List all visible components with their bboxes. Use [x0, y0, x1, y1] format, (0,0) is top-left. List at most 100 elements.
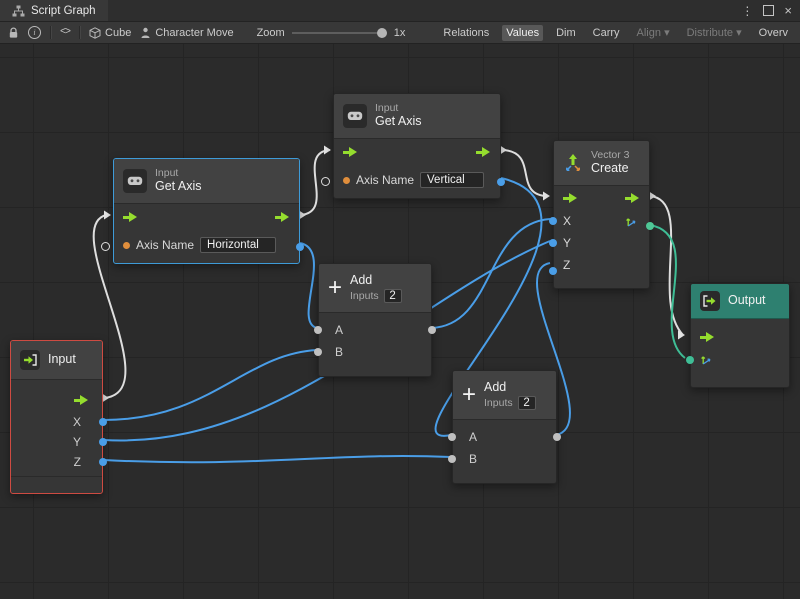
node-title: Output: [728, 293, 766, 309]
inputs-count-field[interactable]: [384, 289, 402, 303]
maximize-icon[interactable]: [763, 5, 774, 16]
node-header[interactable]: Input Get Axis: [334, 94, 500, 139]
axis-name-label: Axis Name: [136, 238, 194, 252]
vector3-type-icon: [700, 354, 712, 366]
axis-value-field[interactable]: [420, 172, 484, 188]
add-a-input-port[interactable]: [314, 326, 322, 334]
node-title: Get Axis: [155, 179, 202, 195]
wire-horizontal-to-add1-a[interactable]: [300, 243, 317, 328]
y-label: Y: [73, 435, 81, 449]
tab-title: Script Graph: [31, 5, 96, 17]
value-output-port[interactable]: [497, 178, 505, 186]
add-a-label: A: [328, 323, 343, 337]
add-b-input-port[interactable]: [448, 455, 456, 463]
inputs-label: Inputs: [350, 290, 379, 303]
node-add-2[interactable]: + Add Inputs A B: [452, 370, 557, 484]
value-input-port[interactable]: [686, 356, 694, 364]
x-label: X: [563, 214, 571, 228]
add-b-label: B: [462, 452, 477, 466]
flow-out-arrow-icon: [74, 395, 89, 405]
add-a-input-port[interactable]: [448, 433, 456, 441]
toolbar-separator: [79, 26, 80, 39]
x-label: X: [73, 415, 81, 429]
z-output-port[interactable]: [99, 458, 107, 466]
tab-bar: Script Graph ⋮ ×: [0, 0, 800, 22]
inputs-count-field[interactable]: [518, 396, 536, 410]
node-header[interactable]: Input Get Axis: [114, 159, 299, 204]
node-header[interactable]: + Add Inputs: [453, 371, 556, 420]
tab-menu-icon[interactable]: ⋮: [741, 4, 753, 18]
lock-icon[interactable]: [8, 27, 19, 39]
close-icon[interactable]: ×: [784, 4, 792, 17]
node-title: Add: [350, 273, 402, 289]
code-view-icon[interactable]: <>: [60, 27, 70, 38]
gamepad-icon: [343, 104, 367, 128]
plus-icon: +: [462, 383, 476, 407]
cube-label: Cube: [105, 27, 131, 39]
node-category: Input: [155, 167, 202, 180]
add-sum-output-port[interactable]: [428, 326, 436, 334]
node-get-axis-horizontal[interactable]: Input Get Axis Axis Name: [113, 158, 300, 264]
axis-input-port[interactable]: [321, 177, 330, 186]
node-title: Get Axis: [375, 114, 422, 130]
wire-input-x-to-add1-b[interactable]: [104, 350, 317, 420]
node-get-axis-vertical[interactable]: Input Get Axis Axis Name: [333, 93, 501, 199]
graph-canvas[interactable]: Input Get Axis Axis Name: [0, 44, 800, 599]
tabbar-empty-area: [108, 0, 734, 21]
inputs-label: Inputs: [484, 397, 513, 410]
cube-breadcrumb[interactable]: Cube: [89, 27, 131, 39]
script-graph-window: Script Graph ⋮ × i <> Cub: [0, 0, 800, 599]
z-label: Z: [563, 258, 570, 272]
y-output-port[interactable]: [99, 438, 107, 446]
zoom-slider-knob[interactable]: [377, 28, 387, 38]
chevron-down-icon: ▾: [664, 27, 670, 39]
node-output[interactable]: Output: [690, 283, 790, 388]
axis-name-label: Axis Name: [356, 173, 414, 187]
distribute-dropdown[interactable]: Distribute ▾: [683, 24, 746, 41]
node-input[interactable]: Input X Y Z: [10, 340, 103, 494]
overview-toggle[interactable]: Overv: [755, 25, 792, 41]
zoom-slider[interactable]: [292, 32, 387, 34]
add-sum-output-port[interactable]: [553, 433, 561, 441]
distribute-label: Distribute: [687, 27, 733, 39]
value-output-port[interactable]: [296, 243, 304, 251]
character-move-breadcrumb[interactable]: Character Move: [140, 27, 233, 39]
input-icon: [20, 350, 40, 370]
node-header[interactable]: Input: [11, 341, 102, 380]
axis-name-dot: [343, 177, 350, 184]
vector3-type-icon: [625, 216, 637, 231]
wire-input-z-to-add2-b[interactable]: [104, 456, 451, 462]
flow-out-arrow-icon: [476, 147, 491, 157]
node-add-1[interactable]: + Add Inputs A B: [318, 263, 432, 377]
align-dropdown[interactable]: Align ▾: [633, 24, 674, 41]
output-icon: [700, 291, 720, 311]
y-input-port[interactable]: [549, 239, 557, 247]
tab-script-graph[interactable]: Script Graph: [0, 0, 108, 21]
values-toggle[interactable]: Values: [502, 25, 543, 41]
info-icon[interactable]: i: [28, 26, 41, 39]
toolbar-separator: [50, 26, 51, 39]
wire-add1-to-vector3-x[interactable]: [431, 219, 550, 328]
wire-flow-vector3-to-output[interactable]: [650, 196, 683, 335]
carry-toggle[interactable]: Carry: [589, 25, 624, 41]
node-header[interactable]: + Add Inputs: [319, 264, 431, 313]
axis-value-field[interactable]: [200, 237, 276, 253]
add-b-input-port[interactable]: [314, 348, 322, 356]
axis-input-port[interactable]: [101, 242, 110, 251]
node-header[interactable]: Vector 3 Create: [554, 141, 649, 186]
x-input-port[interactable]: [549, 217, 557, 225]
vector3-icon: [563, 153, 583, 173]
z-input-port[interactable]: [549, 267, 557, 275]
flow-out-arrow-icon: [275, 212, 290, 222]
dim-toggle[interactable]: Dim: [552, 25, 580, 41]
vector3-result-output-port[interactable]: [646, 222, 654, 230]
relations-toggle[interactable]: Relations: [439, 25, 493, 41]
x-output-port[interactable]: [99, 418, 107, 426]
node-vector3-create[interactable]: Vector 3 Create X Y Z: [553, 140, 650, 289]
cube-icon: [89, 27, 101, 39]
plus-icon: +: [328, 276, 342, 300]
flow-in-arrow-icon: [123, 212, 138, 222]
node-header[interactable]: Output: [691, 284, 789, 319]
script-graph-icon: [12, 5, 25, 17]
gamepad-icon: [123, 169, 147, 193]
